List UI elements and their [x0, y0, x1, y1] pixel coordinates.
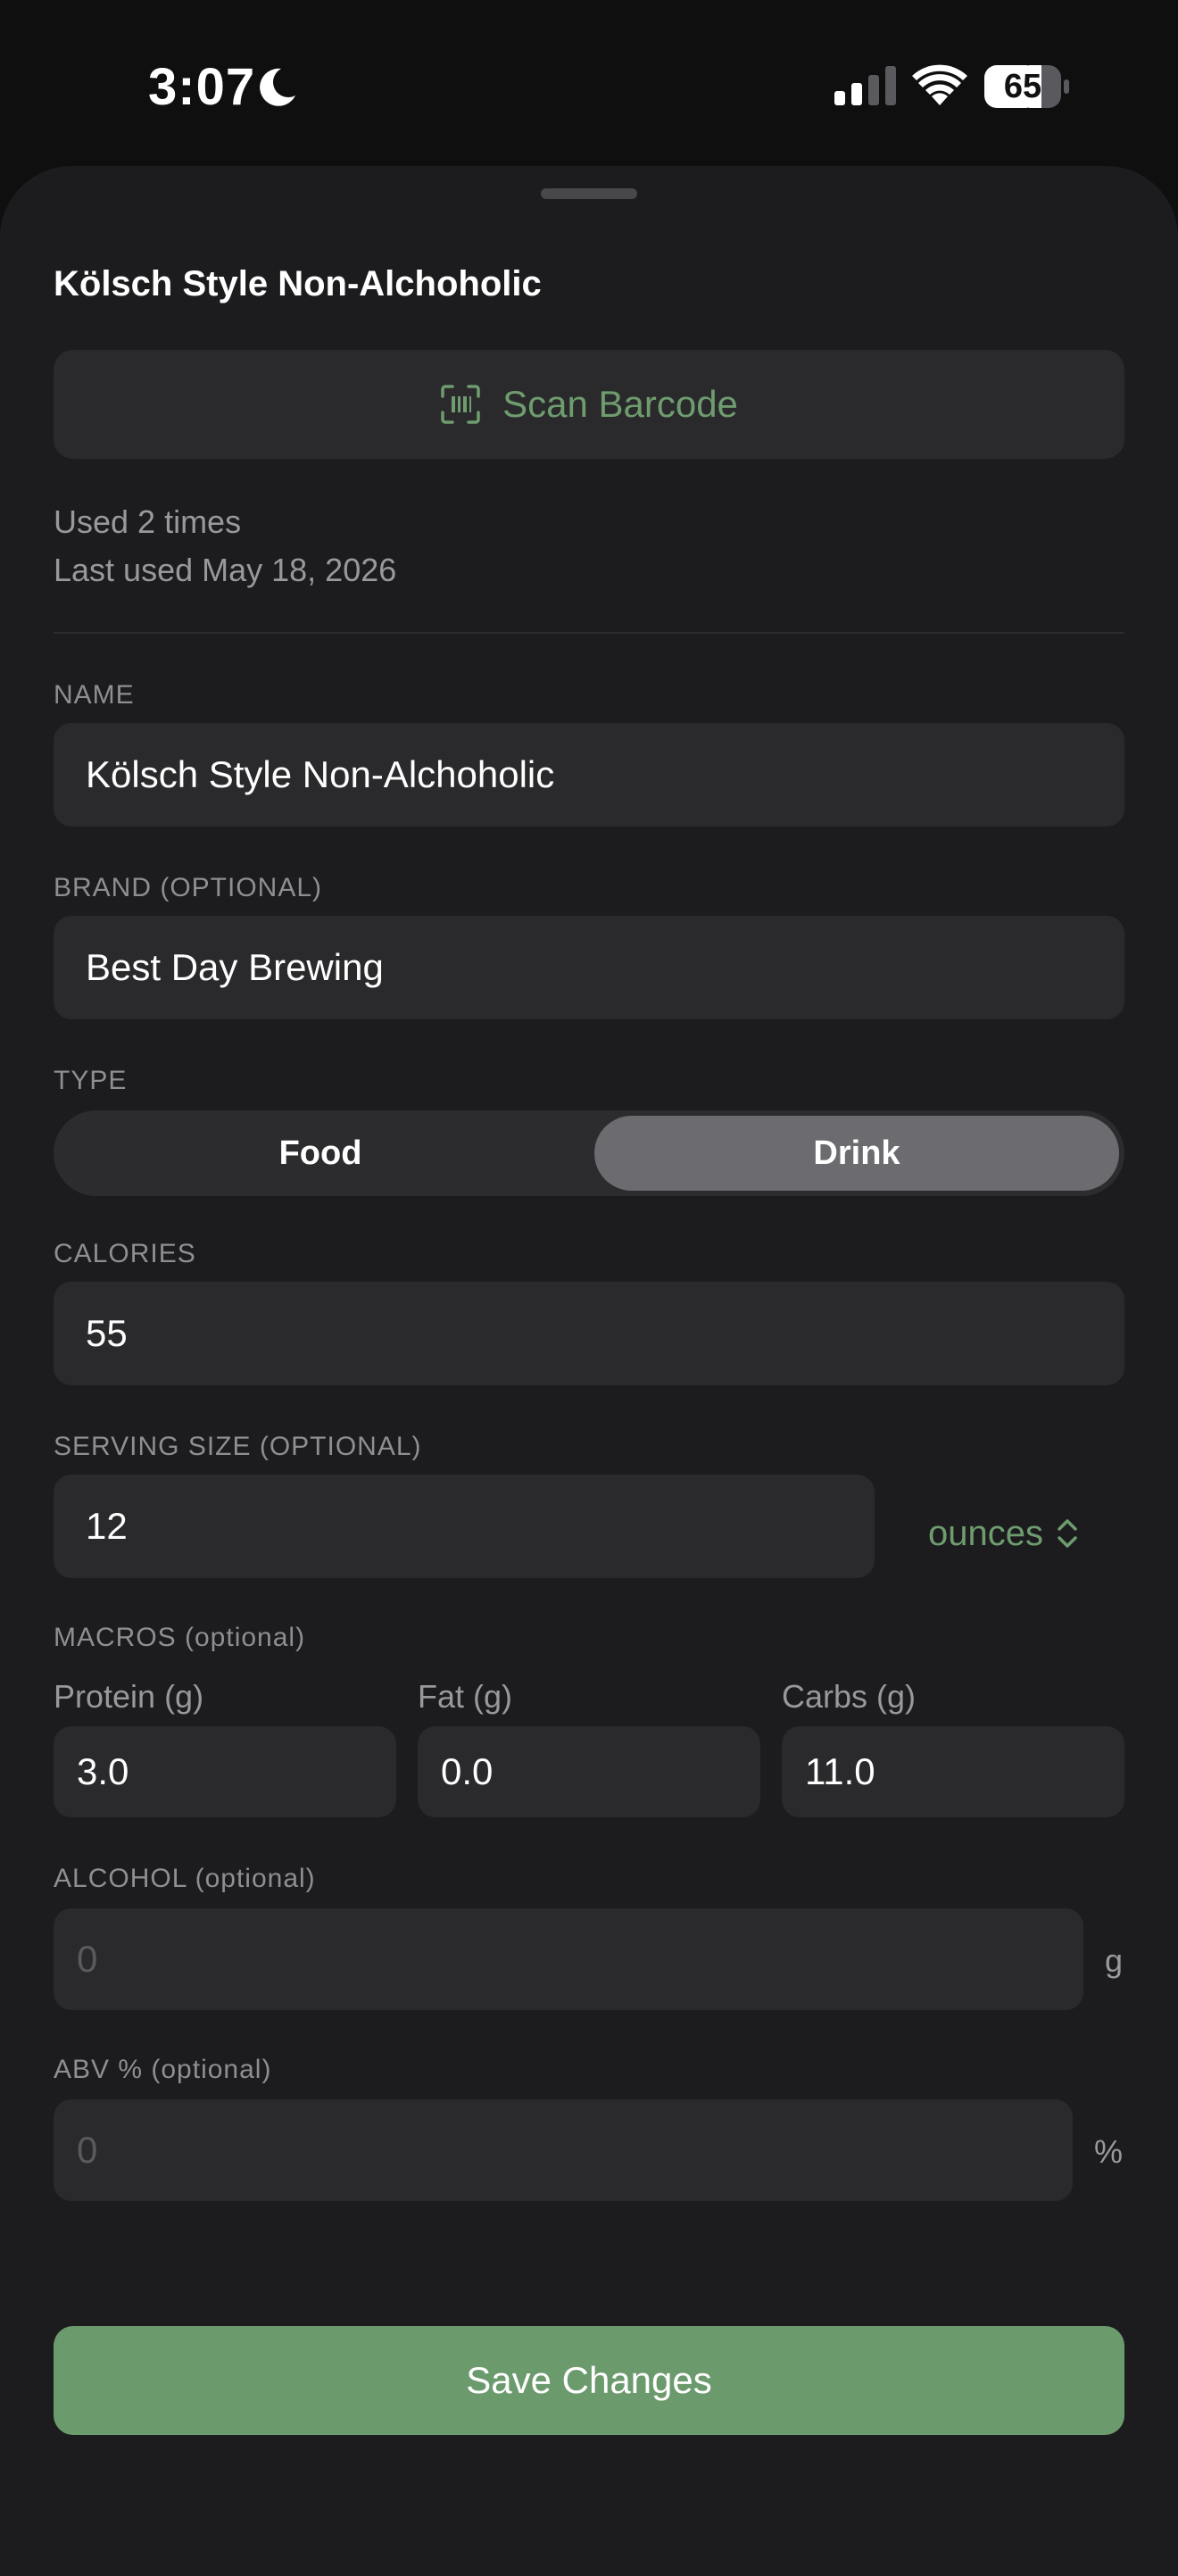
fat-label: Fat (g): [418, 1678, 513, 1715]
moon-icon: [260, 68, 295, 106]
protein-field[interactable]: 3.0: [54, 1726, 396, 1817]
calories-label: CALORIES: [54, 1239, 196, 1268]
protein-label: Protein (g): [54, 1678, 204, 1715]
signal-icon: [834, 66, 896, 105]
serving-unit-label: ounces: [928, 1513, 1043, 1553]
scan-barcode-label: Scan Barcode: [502, 383, 738, 425]
type-option-drink[interactable]: Drink: [594, 1116, 1119, 1191]
abv-unit-suffix: %: [1094, 2133, 1124, 2170]
type-segmented-control: Food Drink: [54, 1110, 1124, 1196]
carbs-field[interactable]: 11.0: [782, 1726, 1124, 1817]
battery-level: 65: [1003, 68, 1042, 105]
scan-barcode-button[interactable]: Scan Barcode: [54, 350, 1124, 459]
status-bar: 3:07 65: [0, 0, 1178, 170]
alcohol-field[interactable]: 0: [54, 1908, 1083, 2010]
carbs-label: Carbs (g): [782, 1678, 917, 1715]
serving-size-label: SERVING SIZE (OPTIONAL): [54, 1432, 422, 1461]
last-used-date: Last used May 18, 2026: [54, 552, 397, 588]
status-time: 3:07: [148, 58, 256, 116]
chevron-up-down-icon: [1058, 1519, 1077, 1548]
type-label: TYPE: [54, 1066, 128, 1095]
divider: [54, 632, 1124, 634]
calories-field[interactable]: 55: [54, 1282, 1124, 1385]
name-field[interactable]: Kölsch Style Non-Alchoholic: [54, 723, 1124, 827]
usage-count: Used 2 times: [54, 503, 242, 540]
serving-unit-picker[interactable]: ounces: [928, 1502, 1079, 1565]
name-label: NAME: [54, 680, 135, 710]
type-option-food[interactable]: Food: [59, 1116, 582, 1191]
brand-label: BRAND (OPTIONAL): [54, 873, 323, 902]
alcohol-label: ALCOHOL (optional): [54, 1864, 316, 1893]
serving-size-field[interactable]: 12: [54, 1475, 875, 1578]
sheet-grabber[interactable]: [541, 188, 637, 199]
save-changes-button[interactable]: Save Changes: [54, 2326, 1124, 2435]
abv-field[interactable]: 0: [54, 2099, 1073, 2201]
macros-label: MACROS (optional): [54, 1623, 306, 1652]
fat-field[interactable]: 0.0: [418, 1726, 760, 1817]
brand-field[interactable]: Best Day Brewing: [54, 916, 1124, 1019]
barcode-scan-icon: [441, 385, 480, 424]
alcohol-unit-suffix: g: [1105, 1942, 1124, 1979]
edit-item-sheet: Kölsch Style Non-Alchoholic Scan Barcode…: [0, 166, 1178, 2576]
abv-label: ABV % (optional): [54, 2055, 272, 2084]
sheet-title: Kölsch Style Non-Alchoholic: [54, 264, 542, 303]
wifi-icon: [912, 64, 967, 105]
